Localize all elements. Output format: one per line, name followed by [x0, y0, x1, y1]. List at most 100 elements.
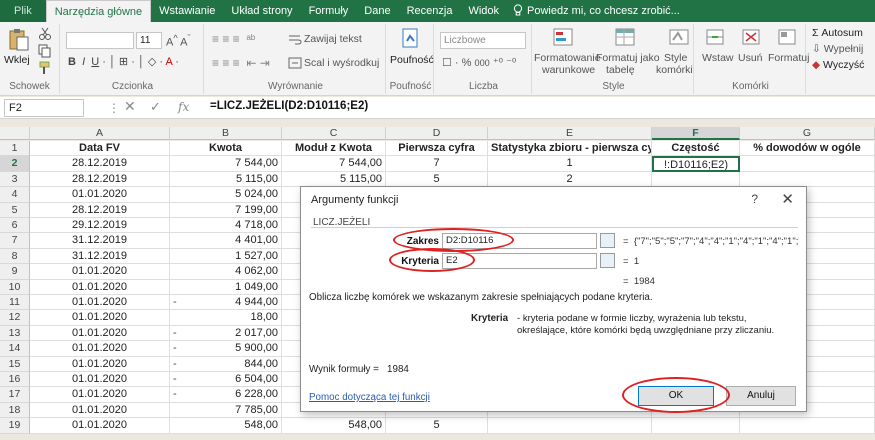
- tab-home[interactable]: Narzędzia główne: [45, 0, 152, 22]
- cell-styles-icon[interactable]: [668, 27, 690, 49]
- format-painter-icon[interactable]: [38, 61, 52, 75]
- table-cell[interactable]: 01.01.2020: [30, 372, 170, 388]
- tab-data[interactable]: Dane: [356, 0, 398, 22]
- number-format-icons[interactable]: ☐ · % 000 ⁺⁰ ⁻⁰: [442, 56, 516, 69]
- format-as-table-icon[interactable]: [614, 27, 636, 49]
- conditional-formatting-label-1[interactable]: Formatowanie: [534, 52, 601, 64]
- row-header[interactable]: 7: [0, 233, 30, 249]
- tab-page-layout[interactable]: Układ strony: [223, 0, 300, 22]
- row-header[interactable]: 8: [0, 248, 30, 265]
- table-cell[interactable]: 6 504,00-: [170, 372, 282, 388]
- header-cell[interactable]: % dowodów w ogóle: [740, 141, 875, 157]
- row-header[interactable]: 3: [0, 171, 30, 188]
- table-cell[interactable]: 7 199,00: [170, 202, 282, 218]
- table-cell[interactable]: [652, 171, 740, 188]
- table-cell[interactable]: 4 062,00: [170, 264, 282, 280]
- table-cell[interactable]: 28.12.2019: [30, 202, 170, 218]
- tab-file[interactable]: Plik: [0, 0, 46, 22]
- tab-view[interactable]: Widok: [460, 0, 507, 22]
- number-format-select[interactable]: Liczbowe: [440, 32, 526, 49]
- row-header[interactable]: 12: [0, 310, 30, 326]
- table-cell[interactable]: 01.01.2020: [30, 325, 170, 342]
- confirm-formula-icon[interactable]: ✓: [150, 99, 161, 115]
- row-header[interactable]: 18: [0, 402, 30, 419]
- row-header[interactable]: 2: [0, 156, 30, 172]
- tell-me-box[interactable]: Powiedz mi, co chcesz zrobić...: [507, 0, 680, 22]
- table-cell[interactable]: !:D10116;E2): [652, 156, 740, 172]
- formula-input[interactable]: =LICZ.JEŻELI(D2:D10116;E2): [210, 100, 368, 112]
- row-header[interactable]: 13: [0, 325, 30, 342]
- table-cell[interactable]: 2 017,00-: [170, 325, 282, 342]
- delete-cells-icon[interactable]: [740, 27, 762, 49]
- column-header-c[interactable]: C: [282, 127, 386, 140]
- delete-cells-button[interactable]: Usuń: [738, 52, 763, 64]
- table-cell[interactable]: 4 401,00: [170, 233, 282, 249]
- format-as-table-label-2[interactable]: tabelę: [606, 64, 635, 76]
- table-cell[interactable]: 2: [488, 171, 652, 188]
- table-cell[interactable]: 01.01.2020: [30, 295, 170, 311]
- help-icon[interactable]: ?: [751, 192, 758, 206]
- table-cell[interactable]: 5 115,00: [282, 171, 386, 188]
- table-cell[interactable]: 5 024,00: [170, 187, 282, 203]
- table-cell[interactable]: 1: [488, 156, 652, 172]
- row-header[interactable]: 11: [0, 295, 30, 311]
- cancel-formula-icon[interactable]: ✕: [124, 98, 136, 115]
- collapse-range-icon[interactable]: [600, 233, 615, 248]
- row-header[interactable]: 15: [0, 356, 30, 372]
- table-cell[interactable]: 01.01.2020: [30, 341, 170, 357]
- table-cell[interactable]: 18,00: [170, 310, 282, 326]
- copy-icon[interactable]: [38, 44, 52, 58]
- column-header-e[interactable]: E: [488, 127, 652, 140]
- format-cells-button[interactable]: Formatuj: [768, 52, 809, 64]
- conditional-formatting-icon[interactable]: [552, 27, 574, 49]
- table-cell[interactable]: 28.12.2019: [30, 171, 170, 188]
- align-horizontal-icons[interactable]: ≡ ≡ ≡ ⇤ ⇥: [212, 56, 270, 70]
- row-header[interactable]: 17: [0, 387, 30, 403]
- merge-center-icon[interactable]: [288, 56, 302, 70]
- table-cell[interactable]: 01.01.2020: [30, 310, 170, 326]
- table-cell[interactable]: 4 718,00: [170, 218, 282, 234]
- row-header[interactable]: 4: [0, 187, 30, 203]
- table-cell[interactable]: [740, 418, 875, 434]
- table-cell[interactable]: 31.12.2019: [30, 233, 170, 249]
- row-header[interactable]: 14: [0, 341, 30, 357]
- wrap-text-icon[interactable]: [288, 33, 302, 47]
- font-style-buttons[interactable]: B I U · │ ⊞ · │ ◇ · A ·: [68, 55, 179, 68]
- fill-button[interactable]: ⇩ Wypełnij: [812, 43, 863, 55]
- font-size-select[interactable]: 11: [136, 32, 162, 49]
- name-box[interactable]: F2: [4, 99, 84, 117]
- table-cell[interactable]: 01.01.2020: [30, 402, 170, 419]
- clear-button[interactable]: ◆ Wyczyść: [812, 59, 864, 71]
- row-header[interactable]: 9: [0, 264, 30, 280]
- cell-styles-label-1[interactable]: Style: [664, 52, 687, 64]
- table-cell[interactable]: 5: [386, 418, 488, 434]
- format-as-table-label-1[interactable]: Formatuj jako: [596, 52, 660, 64]
- header-cell[interactable]: Data FV: [30, 141, 170, 157]
- close-icon[interactable]: ✕: [781, 190, 794, 208]
- header-cell[interactable]: Kwota: [170, 141, 282, 157]
- align-top-icons[interactable]: ≡ ≡ ≡ ᵃᵇ: [212, 32, 255, 46]
- paste-button[interactable]: Wklej: [4, 54, 30, 66]
- table-cell[interactable]: 5 115,00: [170, 171, 282, 188]
- table-cell[interactable]: 01.01.2020: [30, 279, 170, 295]
- row-header[interactable]: 19: [0, 418, 30, 434]
- row-header[interactable]: 6: [0, 218, 30, 234]
- table-cell[interactable]: 01.01.2020: [30, 418, 170, 434]
- sensitivity-button[interactable]: Poufność: [390, 54, 434, 66]
- table-cell[interactable]: 01.01.2020: [30, 264, 170, 280]
- table-cell[interactable]: 7 544,00: [170, 156, 282, 172]
- table-cell[interactable]: 5: [386, 171, 488, 188]
- autosum-button[interactable]: Σ Autosum: [812, 27, 863, 39]
- table-cell[interactable]: 01.01.2020: [30, 387, 170, 403]
- table-cell[interactable]: 7 785,00: [170, 402, 282, 419]
- table-cell[interactable]: [740, 171, 875, 188]
- table-cell[interactable]: 31.12.2019: [30, 248, 170, 265]
- table-cell[interactable]: 29.12.2019: [30, 218, 170, 234]
- table-cell[interactable]: 1 049,00: [170, 279, 282, 295]
- help-link[interactable]: Pomoc dotycząca tej funkcji: [309, 392, 430, 403]
- table-cell[interactable]: 548,00: [170, 418, 282, 434]
- table-cell[interactable]: 6 228,00-: [170, 387, 282, 403]
- table-cell[interactable]: 7 544,00: [282, 156, 386, 172]
- conditional-formatting-label-2[interactable]: warunkowe: [542, 64, 595, 76]
- column-header-g[interactable]: G: [740, 127, 875, 140]
